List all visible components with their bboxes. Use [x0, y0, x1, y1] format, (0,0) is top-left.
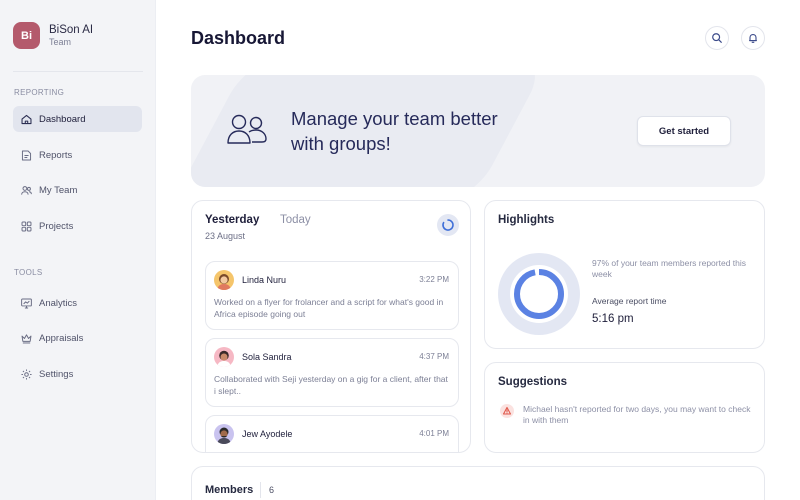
- section-label-reporting: REPORTING: [14, 88, 65, 97]
- sidebar-item-label: Settings: [39, 368, 74, 380]
- member-name: Sola Sandra: [242, 352, 292, 362]
- avatar-image: [214, 347, 234, 367]
- bell-icon: [749, 34, 757, 43]
- brand-name: BiSon AI: [49, 23, 94, 36]
- tab-yesterday[interactable]: Yesterday: [205, 214, 259, 226]
- suggestions-card: Suggestions Michael hasn't reported for …: [484, 362, 765, 453]
- sidebar-item-my-team[interactable]: My Team: [13, 177, 142, 203]
- report-time: 4:01 PM: [419, 429, 449, 438]
- activity-item[interactable]: Jew Ayodele 4:01 PM: [205, 415, 459, 452]
- refresh-button[interactable]: [437, 214, 459, 236]
- suggestion-text[interactable]: Michael hasn't reported for two days, yo…: [523, 404, 753, 426]
- report-time: 3:22 PM: [419, 275, 449, 284]
- banner-headline: Manage your team better with groups!: [291, 106, 531, 156]
- sidebar: Bi BiSon AI Team REPORTING Dashboard Rep…: [0, 0, 156, 500]
- members-divider: [260, 482, 261, 498]
- sidebar-item-appraisals[interactable]: Appraisals: [13, 325, 142, 351]
- sidebar-item-projects[interactable]: Projects: [13, 213, 142, 239]
- brand-subtitle: Team: [49, 36, 72, 47]
- home-icon: [21, 114, 32, 124]
- members-title: Members: [205, 484, 254, 496]
- sidebar-item-label: Appraisals: [39, 332, 84, 344]
- avatar: [214, 270, 234, 290]
- page-title: Dashboard: [191, 28, 286, 48]
- groups-banner: Manage your team better with groups! Get…: [191, 75, 765, 187]
- sidebar-item-label: Reports: [39, 149, 73, 161]
- avatar: [214, 424, 234, 444]
- activity-list: Linda Nuru 3:22 PM Worked on a flyer for…: [205, 261, 459, 452]
- crown-icon: [21, 333, 32, 343]
- sidebar-item-settings[interactable]: Settings: [13, 361, 142, 387]
- grid-icon: [21, 221, 32, 231]
- members-count: 6: [269, 485, 275, 495]
- sidebar-item-label: Dashboard: [39, 113, 86, 125]
- notifications-button[interactable]: [741, 26, 765, 50]
- sidebar-item-analytics[interactable]: Analytics: [13, 290, 142, 316]
- report-time: 4:37 PM: [419, 352, 449, 361]
- gear-icon: [21, 368, 32, 380]
- activity-item[interactable]: Sola Sandra 4:37 PM Collaborated with Se…: [205, 338, 459, 407]
- member-name: Linda Nuru: [242, 275, 287, 285]
- report-text: Worked on a flyer for frolancer and a sc…: [214, 297, 444, 319]
- banner-line-1: Manage your team better: [291, 108, 498, 129]
- average-report-time-label: Average report time: [592, 296, 667, 306]
- avatar-image: [214, 270, 234, 290]
- get-started-button[interactable]: Get started: [637, 116, 731, 146]
- search-button[interactable]: [705, 26, 729, 50]
- chart-icon: [21, 298, 32, 308]
- search-icon: [712, 33, 722, 43]
- tab-today[interactable]: Today: [280, 214, 311, 226]
- warning-icon: [500, 404, 514, 418]
- sidebar-item-reports[interactable]: Reports: [13, 142, 142, 168]
- activity-item[interactable]: Linda Nuru 3:22 PM Worked on a flyer for…: [205, 261, 459, 330]
- members-card: Members 6: [191, 466, 765, 500]
- brand-avatar: Bi: [13, 22, 40, 49]
- sidebar-item-label: Analytics: [39, 297, 78, 309]
- report-donut-chart: [498, 253, 580, 335]
- member-name: Jew Ayodele: [242, 429, 293, 439]
- activity-card: Yesterday Today 23 August Linda Nuru 3:2…: [191, 200, 471, 453]
- avatar-image: [214, 424, 234, 444]
- sidebar-item-label: My Team: [39, 184, 78, 196]
- average-report-time-value: 5:16 pm: [592, 313, 634, 325]
- brand[interactable]: Bi BiSon AI Team: [13, 22, 93, 49]
- sidebar-item-dashboard[interactable]: Dashboard: [13, 106, 142, 132]
- loading-icon: [442, 219, 454, 231]
- highlights-summary: 97% of your team members reported this w…: [592, 258, 747, 279]
- avatar: [214, 347, 234, 367]
- sidebar-divider: [13, 71, 143, 72]
- activity-date: 23 August: [205, 231, 246, 241]
- banner-line-2: with groups!: [291, 133, 391, 154]
- highlights-card: Highlights 97% of your team members repo…: [484, 200, 765, 349]
- report-text: Collaborated with Seji yesterday on a gi…: [214, 374, 448, 396]
- section-label-tools: TOOLS: [14, 268, 43, 277]
- users-icon: [21, 185, 32, 195]
- highlights-title: Highlights: [498, 214, 555, 226]
- group-icon: [227, 114, 267, 144]
- document-icon: [21, 150, 32, 160]
- sidebar-item-label: Projects: [39, 220, 74, 232]
- suggestions-title: Suggestions: [498, 376, 568, 388]
